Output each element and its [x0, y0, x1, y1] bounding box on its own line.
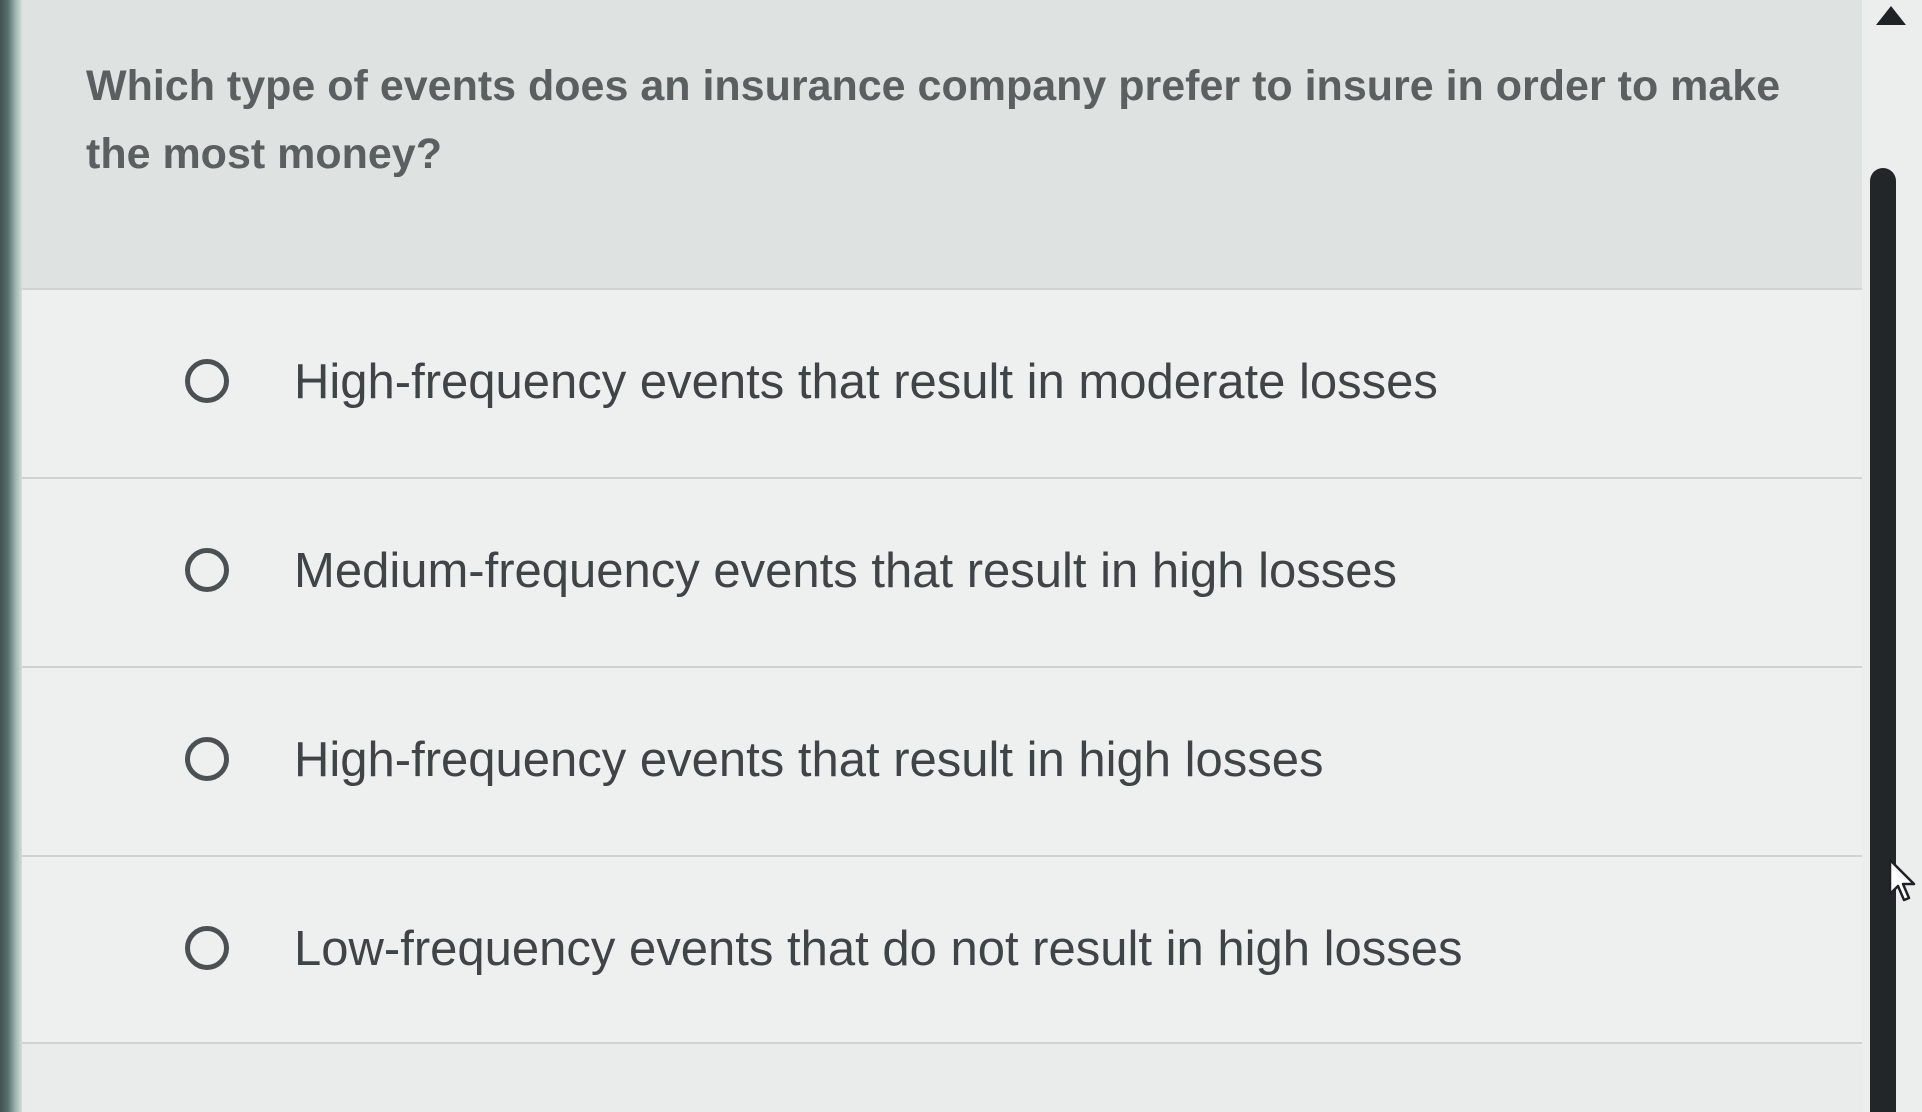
radio-unselected-icon[interactable]: [185, 926, 229, 970]
window-left-edge: [0, 0, 22, 1112]
question-text: Which type of events does an insurance c…: [86, 62, 1781, 178]
answer-option-1[interactable]: High-frequency events that result in mod…: [22, 288, 1862, 477]
answer-option-2[interactable]: Medium-frequency events that result in h…: [22, 477, 1862, 666]
answer-option-label[interactable]: High-frequency events that result in hig…: [294, 731, 1324, 789]
radio-unselected-icon[interactable]: [185, 548, 229, 592]
radio-unselected-icon[interactable]: [185, 359, 229, 403]
answer-options: High-frequency events that result in mod…: [22, 288, 1862, 1044]
quiz-screen: Which type of events does an insurance c…: [0, 0, 1922, 1112]
question-panel: Which type of events does an insurance c…: [22, 0, 1862, 1112]
answer-option-label[interactable]: High-frequency events that result in mod…: [294, 353, 1438, 411]
answer-option-4[interactable]: Low-frequency events that do not result …: [22, 855, 1862, 1044]
radio-unselected-icon[interactable]: [185, 737, 229, 781]
triangle-up-icon[interactable]: [1876, 6, 1906, 25]
answer-option-label[interactable]: Medium-frequency events that result in h…: [294, 542, 1397, 600]
answer-option-3[interactable]: High-frequency events that result in hig…: [22, 666, 1862, 855]
pointer-cursor-icon: [1888, 858, 1916, 902]
question-header: Which type of events does an insurance c…: [22, 0, 1862, 290]
vertical-scrollbar[interactable]: [1862, 0, 1922, 1112]
scrollbar-thumb[interactable]: [1870, 168, 1896, 1112]
answer-option-label[interactable]: Low-frequency events that do not result …: [294, 920, 1463, 978]
